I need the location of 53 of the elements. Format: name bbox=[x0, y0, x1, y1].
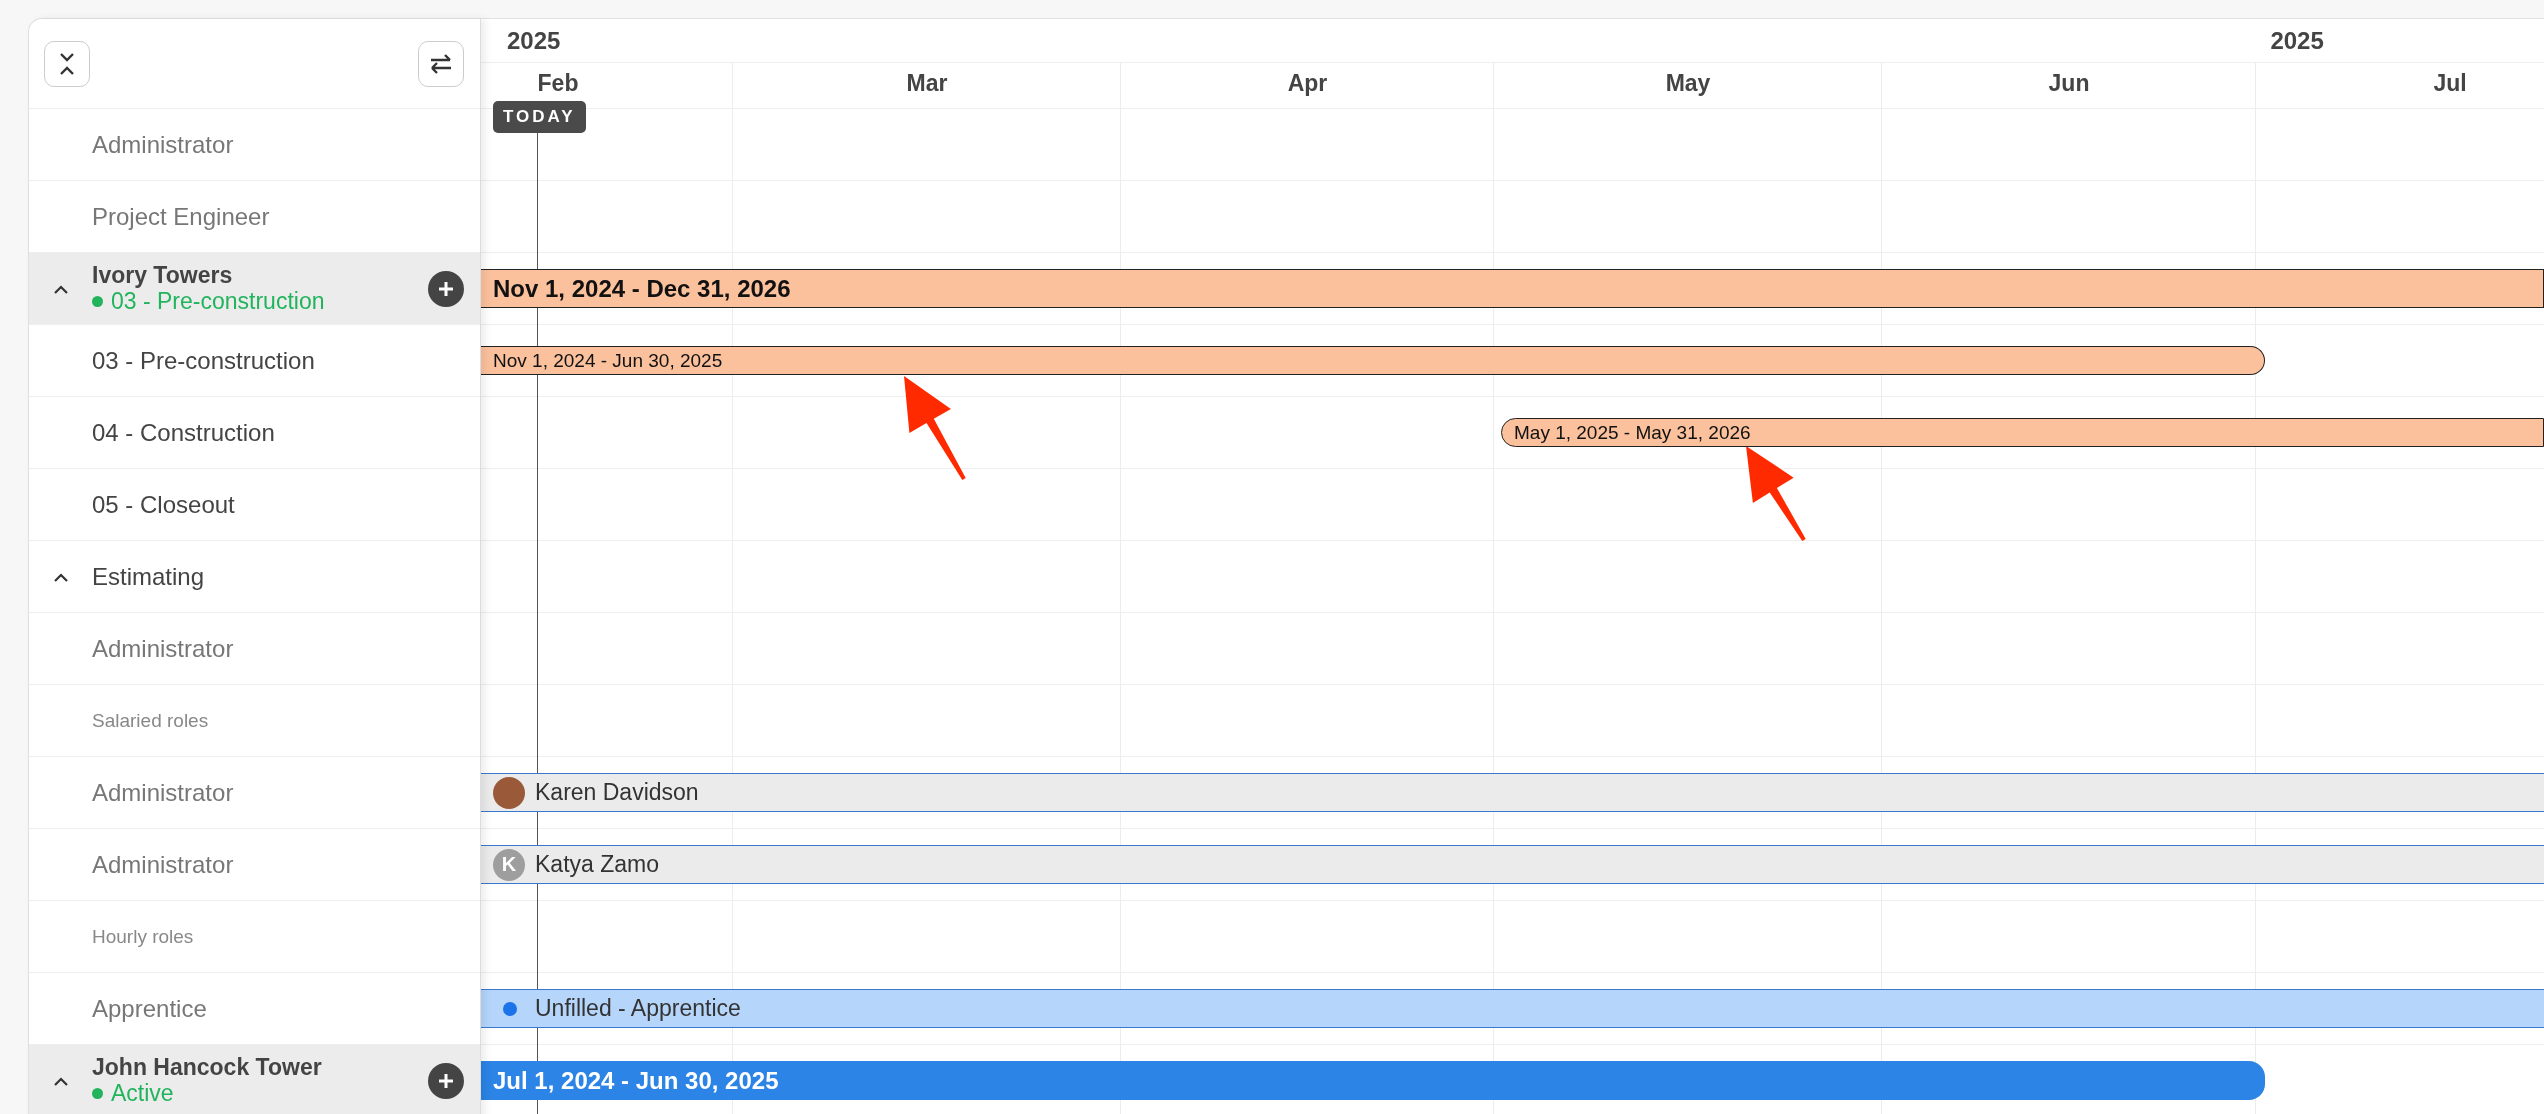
project-name: Ivory Towers bbox=[92, 263, 234, 289]
status-dot bbox=[92, 295, 103, 307]
plus-icon bbox=[437, 279, 455, 298]
role-label: Project Engineer bbox=[92, 202, 270, 231]
today-badge: TODAY bbox=[493, 101, 586, 133]
project-status: Active bbox=[111, 1080, 174, 1106]
swap-icon bbox=[428, 52, 454, 75]
assignment-bar[interactable]: K Katya Zamo bbox=[481, 845, 2544, 884]
add-button[interactable] bbox=[428, 1062, 464, 1099]
role-label: Administrator bbox=[92, 778, 234, 807]
project-row[interactable]: John Hancock Tower Active bbox=[29, 1045, 480, 1114]
month-label: Apr bbox=[1286, 69, 1329, 98]
chevron-icon[interactable] bbox=[53, 572, 69, 582]
assignee-name: Katya Zamo bbox=[535, 851, 659, 878]
swap-button[interactable] bbox=[418, 40, 464, 87]
add-button[interactable] bbox=[428, 270, 464, 307]
project-name: John Hancock Tower bbox=[92, 1055, 323, 1081]
phase-label: 03 - Pre-construction bbox=[92, 346, 315, 375]
project-bar[interactable]: Jul 1, 2024 - Jun 30, 2025 bbox=[481, 1061, 2265, 1100]
collapse-icon bbox=[58, 50, 76, 77]
year-label: 2025 bbox=[507, 26, 561, 55]
month-label: May bbox=[1664, 69, 1712, 98]
role-label: Administrator bbox=[92, 634, 234, 663]
year-label: 2025 bbox=[2270, 26, 2324, 55]
plus-icon bbox=[437, 1071, 455, 1090]
avatar bbox=[493, 776, 525, 809]
assignee-name: Karen Davidson bbox=[535, 779, 699, 806]
role-label: Administrator bbox=[92, 130, 234, 159]
role-label: Apprentice bbox=[92, 994, 207, 1023]
collapse-all-button[interactable] bbox=[44, 40, 90, 87]
phase-bar[interactable]: May 1, 2025 - May 31, 2026 bbox=[1501, 418, 2544, 447]
role-label: Administrator bbox=[92, 850, 234, 879]
phase-label: 04 - Construction bbox=[92, 418, 275, 447]
group-heading: Salaried roles bbox=[92, 709, 209, 732]
group-heading: Hourly roles bbox=[92, 925, 194, 948]
phase-bar[interactable]: Nov 1, 2024 - Jun 30, 2025 bbox=[481, 346, 2265, 375]
project-status: 03 - Pre-construction bbox=[111, 288, 325, 314]
phase-label: 05 - Closeout bbox=[92, 490, 235, 519]
avatar: K bbox=[493, 848, 525, 881]
section-label[interactable]: Estimating bbox=[92, 562, 205, 591]
month-label: Feb bbox=[536, 69, 580, 98]
assignment-bar[interactable]: Karen Davidson bbox=[481, 773, 2544, 812]
project-bar[interactable]: Nov 1, 2024 - Dec 31, 2026 bbox=[481, 269, 2544, 308]
project-row[interactable]: Ivory Towers 03 - Pre-construction bbox=[29, 253, 480, 325]
month-label: Jun bbox=[2047, 69, 2091, 98]
month-label: Jul bbox=[2432, 69, 2468, 98]
chevron-icon[interactable] bbox=[53, 284, 69, 294]
month-label: Mar bbox=[905, 69, 949, 98]
chevron-icon[interactable] bbox=[53, 1076, 69, 1086]
unfilled-dot bbox=[503, 1001, 517, 1016]
status-dot bbox=[92, 1087, 103, 1099]
unfilled-bar[interactable]: Unfilled - Apprentice bbox=[481, 989, 2544, 1028]
unfilled-label: Unfilled - Apprentice bbox=[535, 995, 741, 1022]
